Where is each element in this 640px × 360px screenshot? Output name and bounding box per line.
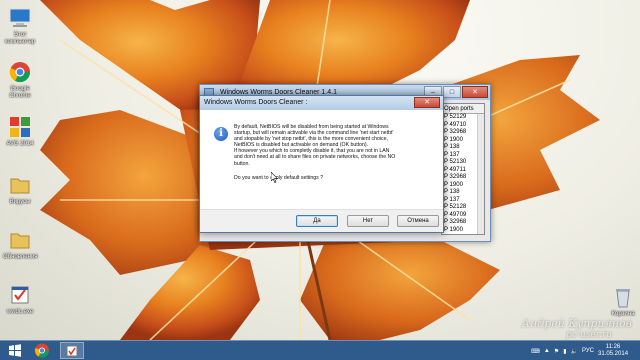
yes-button[interactable]: Да bbox=[296, 215, 338, 227]
desktop-icon-label: Обновления bbox=[3, 254, 38, 260]
close-button[interactable]: ✕ bbox=[462, 86, 488, 98]
ports-list-header[interactable]: Open ports bbox=[442, 104, 484, 114]
desktop-icon-chrome[interactable]: Google Chrome bbox=[3, 60, 37, 100]
folder-icon bbox=[8, 228, 32, 252]
dialog-question: Do you want to apply default settings ? bbox=[234, 174, 324, 181]
desktop-icon-updates[interactable]: Обновления bbox=[3, 228, 38, 261]
exe-icon bbox=[66, 345, 78, 357]
network-icon[interactable]: ▮ bbox=[563, 348, 566, 355]
dialog-close-button[interactable]: ✕ bbox=[414, 97, 440, 108]
computer-icon bbox=[8, 6, 32, 30]
desktop-icon-computer[interactable]: Этот компьютер bbox=[3, 6, 37, 46]
desktop-icon-avg[interactable]: AVG 2014 bbox=[3, 115, 37, 148]
desktop-icon-wwdc[interactable]: wwdc.exe bbox=[3, 283, 37, 316]
folder-icon bbox=[8, 173, 32, 197]
desktop-icon-label: wwdc.exe bbox=[6, 309, 34, 315]
info-icon: i bbox=[214, 127, 228, 141]
chrome-icon bbox=[8, 60, 32, 84]
desktop-icon-recycle-bin[interactable]: Корзина bbox=[606, 285, 640, 318]
taskbar-chrome[interactable] bbox=[30, 342, 54, 359]
keyboard-icon[interactable]: ⌨ bbox=[531, 348, 540, 355]
desktop-icon-label: AVG 2014 bbox=[6, 141, 34, 147]
dialog-body: i By default, NetBIOS will be disabled f… bbox=[200, 110, 443, 210]
start-button[interactable] bbox=[3, 342, 27, 359]
mouse-cursor-icon bbox=[271, 172, 279, 183]
language-indicator[interactable]: РУС bbox=[582, 348, 594, 354]
dialog-titlebar[interactable]: Windows Worms Doors Cleaner : ✕ bbox=[200, 96, 443, 110]
chrome-icon bbox=[34, 343, 50, 358]
open-ports-list[interactable]: Open ports P 52129 P 49710 P 32968 P 1900 P … bbox=[441, 103, 485, 235]
no-button[interactable]: Нет bbox=[347, 215, 389, 227]
exe-icon bbox=[8, 283, 32, 307]
watermark-author: Андрей Куприянов bbox=[521, 317, 632, 330]
flag-icon[interactable]: ⚑ bbox=[554, 348, 559, 355]
maximize-button[interactable]: □ bbox=[443, 86, 461, 98]
windows-logo-icon bbox=[9, 344, 21, 357]
tray-expand-icon[interactable]: ▲ bbox=[544, 348, 550, 354]
desktop-icon-viruses[interactable]: Вирусы bbox=[3, 173, 37, 206]
clock-date: 31.05.2014 bbox=[598, 351, 629, 357]
taskbar-wwdc[interactable] bbox=[60, 342, 84, 359]
avg-icon bbox=[8, 115, 32, 139]
cancel-button[interactable]: Отмена bbox=[397, 215, 439, 227]
desktop-icon-label: Google Chrome bbox=[9, 86, 31, 99]
clock[interactable]: 11:26 31.05.2014 bbox=[598, 344, 628, 358]
dialog-title: Windows Worms Doors Cleaner : bbox=[204, 99, 308, 106]
dialog-button-bar: Да Нет Отмена bbox=[200, 209, 443, 232]
dialog-message: By default, NetBIOS will be disabled fro… bbox=[234, 124, 396, 167]
watermark-site: pc-user.ru bbox=[566, 330, 612, 340]
watermark: Андрей Куприянов pc-user.ru bbox=[521, 317, 632, 341]
desktop-icon-label: Этот компьютер bbox=[4, 32, 36, 45]
desktop-icon-label: Вирусы bbox=[9, 199, 31, 205]
recycle-bin-icon bbox=[611, 285, 635, 309]
ports-list-scrollbar[interactable] bbox=[477, 114, 484, 234]
taskbar: ⌨ ▲ ⚑ ▮ 🔈 РУС 11:26 31.05.2014 bbox=[0, 340, 640, 360]
clock-time: 11:26 bbox=[605, 344, 621, 350]
confirm-dialog[interactable]: Windows Worms Doors Cleaner : ✕ i By def… bbox=[199, 95, 444, 233]
volume-icon[interactable]: 🔈 bbox=[571, 348, 578, 355]
